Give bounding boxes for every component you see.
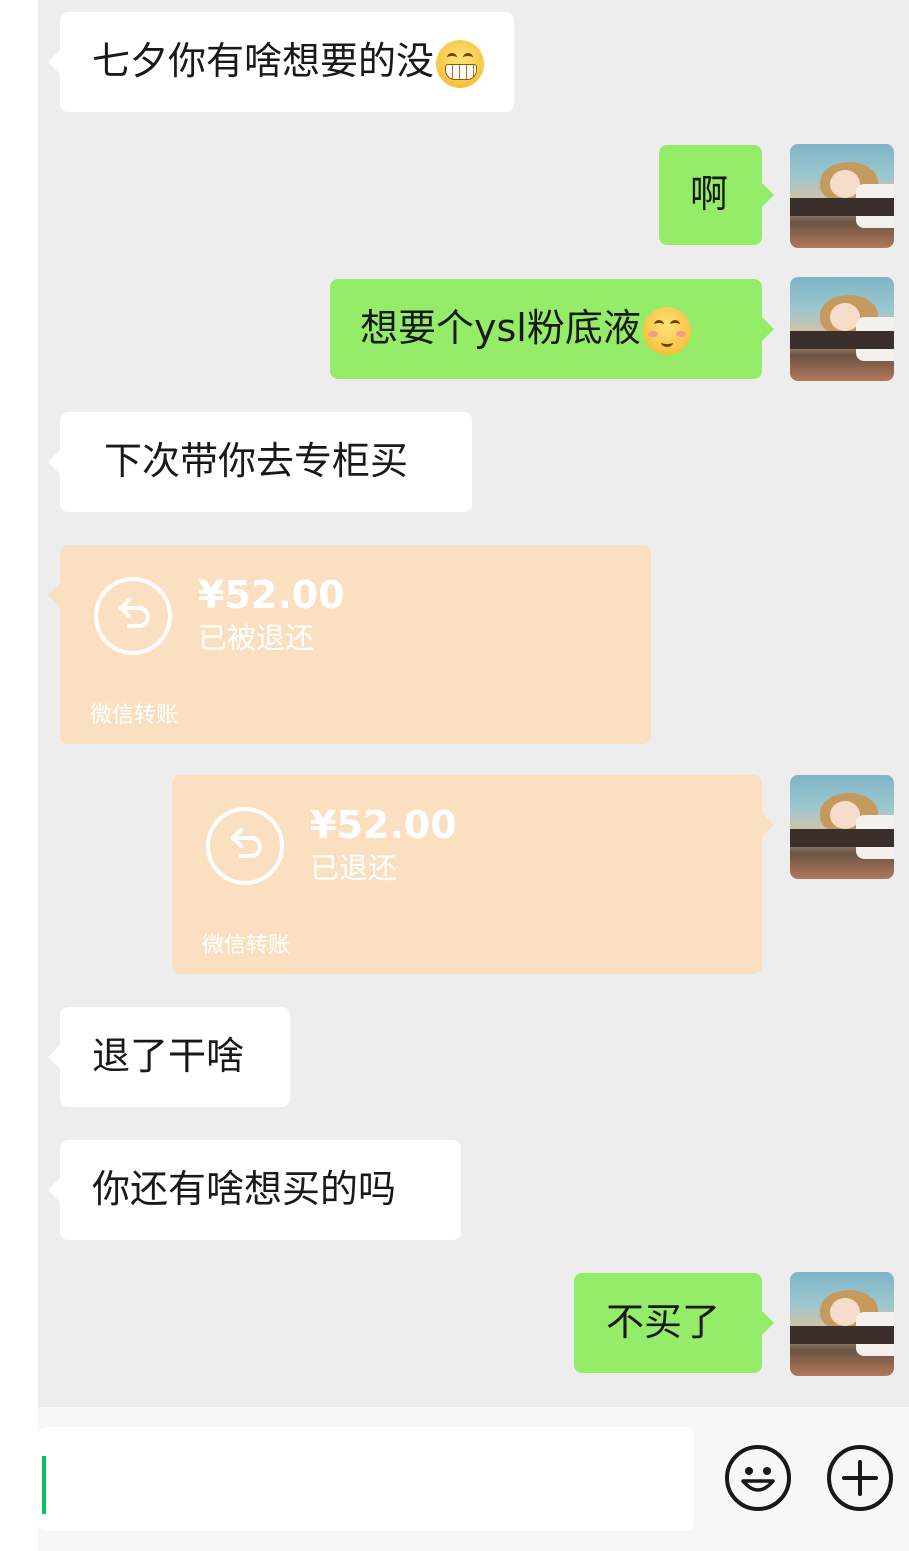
transfer-status: 已被退还	[198, 621, 315, 655]
message-text: 啊	[690, 172, 729, 216]
message-text: 退了干啥	[92, 1034, 245, 1078]
avatar[interactable]	[790, 775, 894, 879]
smiley-icon[interactable]	[725, 1445, 791, 1511]
message-text: 不买了	[606, 1300, 721, 1344]
message-bubble-incoming[interactable]: 退了干啥	[48, 1007, 290, 1107]
message-bubble-outgoing[interactable]: 想要个ysl粉底液	[330, 279, 774, 379]
message-text: 想要个ysl粉底液	[360, 306, 641, 350]
transfer-card-outgoing[interactable]: ¥52.00 已退还 微信转账	[172, 775, 774, 974]
plus-icon[interactable]	[827, 1445, 893, 1511]
transfer-source: 微信转账	[90, 703, 179, 728]
message-input[interactable]	[38, 1427, 694, 1531]
message-bubble-incoming[interactable]: 下次带你去专柜买	[48, 412, 472, 512]
avatar[interactable]	[790, 277, 894, 381]
left-margin	[0, 0, 38, 1551]
message-text: 下次带你去专柜买	[104, 439, 409, 483]
transfer-amount: ¥52.00	[198, 573, 345, 617]
avatar[interactable]	[790, 1272, 894, 1376]
refund-icon	[94, 577, 172, 655]
text-caret	[42, 1456, 46, 1514]
transfer-card-incoming[interactable]: ¥52.00 已被退还 微信转账	[48, 545, 651, 744]
message-text: 你还有啥想买的吗	[92, 1167, 397, 1211]
refund-icon	[206, 807, 284, 885]
message-bubble-outgoing[interactable]: 不买了	[574, 1273, 774, 1373]
transfer-status: 已退还	[310, 851, 398, 885]
message-bubble-outgoing[interactable]: 啊	[659, 145, 774, 245]
input-bar	[38, 1406, 909, 1551]
message-text: 七夕你有啥想要的没	[92, 39, 435, 83]
avatar[interactable]	[790, 144, 894, 248]
message-bubble-incoming[interactable]: 你还有啥想买的吗	[48, 1140, 461, 1240]
grin-icon	[436, 39, 485, 88]
message-bubble-incoming[interactable]: 七夕你有啥想要的没	[47, 12, 515, 112]
transfer-source: 微信转账	[202, 933, 291, 958]
transfer-amount: ¥52.00	[310, 803, 457, 847]
blush-icon	[642, 306, 691, 355]
